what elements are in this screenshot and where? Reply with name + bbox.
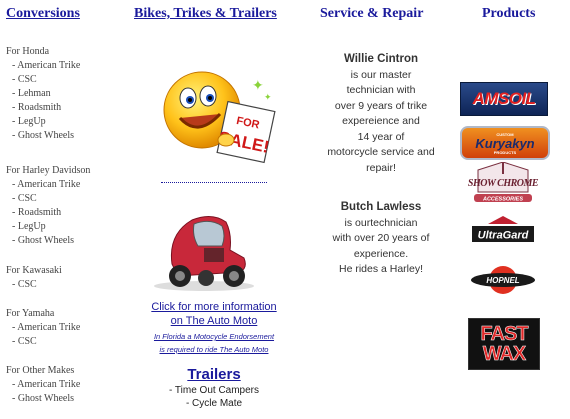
svg-text:✦: ✦ [252,78,264,94]
honda-make: For Honda [6,46,50,57]
kuryakyn-text: Kuryakyn [475,135,535,151]
honda-item[interactable]: - American Trike [6,59,124,73]
other-item[interactable]: - Ghost Wheels [6,392,124,406]
trailer-item[interactable]: - Time Out Campers [128,384,300,397]
yamaha-group: For Yamaha - American Trike - CSC [6,307,124,349]
trailer-item[interactable]: - Cycle Mate [128,397,300,410]
trailers-heading[interactable]: Trailers [128,366,300,384]
honda-item[interactable]: - Ghost Wheels [6,129,124,143]
divider [161,182,267,183]
conversions-header[interactable]: Conversions [6,6,80,22]
harley-group: For Harley Davidson - American Trike - C… [6,164,124,248]
amsoil-text: AMSOIL [472,89,536,108]
yamaha-make: For Yamaha [6,308,55,319]
bikes-header[interactable]: Bikes, Trikes & Trailers [134,6,277,22]
harley-make: For Harley Davidson [6,165,91,176]
kawasaki-item[interactable]: - CSC [6,278,124,292]
svg-text:✦: ✦ [264,93,272,103]
honda-item[interactable]: - Lehman [6,87,124,101]
tech-willie: Willie Cintron is our master technician … [314,52,448,176]
kuryakyn-sub: PRODUCTS [493,149,517,155]
tech-text: with over 20 years of [332,232,430,244]
hopnel-text: HOPNEL [486,276,519,285]
tech-text: is our master [350,68,412,81]
harley-item[interactable]: - American Trike [6,178,124,192]
other-make: For Other Makes [6,365,75,376]
tech-text: repair! [366,161,396,174]
amsoil-logo[interactable]: AMSOIL [460,82,548,116]
service-header: Service & Repair [320,6,424,21]
ultragard-text: UltraGard [478,230,529,242]
harley-item[interactable]: - CSC [6,192,124,206]
tech-text: is ourtechnician [344,216,418,229]
honda-group: For Honda - American Trike - CSC - Lehma… [6,45,124,143]
fast-wax-line1: FAST [480,323,529,345]
other-makes-group: For Other Makes - American Trike - Ghost… [6,364,124,406]
harley-item[interactable]: - LegUp [6,220,124,234]
tech-text: motorcycle service and [327,146,435,158]
auto-moto-info: Click for more information on The Auto M… [128,300,300,356]
auto-moto-link-2[interactable]: on The Auto Moto [128,314,300,328]
yamaha-item[interactable]: - CSC [6,335,124,349]
tech-name: Willie Cintron [343,53,418,65]
harley-item[interactable]: - Roadsmith [6,206,124,220]
tech-name: Butch Lawless [340,201,422,213]
endorsement-note[interactable]: In Florida a Motocycle Endorsement [128,330,300,343]
harley-item[interactable]: - Ghost Wheels [6,234,124,248]
other-item[interactable]: - American Trike [6,378,124,392]
trailers-section: Trailers - Time Out Campers - Cycle Mate [128,366,300,410]
honda-item[interactable]: - Roadsmith [6,101,124,115]
endorsement-note-2[interactable]: is required to ride The Auto Moto [128,343,300,356]
kawasaki-group: For Kawasaki - CSC [6,264,124,292]
ultragard-emblem: UltraGard [472,216,534,242]
fast-wax-logo[interactable]: FAST WAX [468,318,540,370]
honda-item[interactable]: - LegUp [6,115,124,129]
tech-text: 14 year of [357,130,405,143]
hopnel-emblem: HOPNEL [471,266,535,294]
show-chrome-emblem: SHOW CHROME ACCESSORIES [468,162,539,203]
kuryakyn-logo[interactable]: CUSTOM Kuryakyn PRODUCTS [460,126,550,160]
tech-butch: Butch Lawless is ourtechnician with over… [314,200,448,278]
hopnel-logo[interactable]: HOPNEL [468,262,538,298]
products-header: Products [482,6,536,21]
tech-text: experience. [353,247,409,260]
for-sale-smiley-image[interactable]: FOR SALE! ✦ ✦ [150,68,278,168]
kawasaki-make: For Kawasaki [6,265,62,276]
show-chrome-logo[interactable]: SHOW CHROME ACCESSORIES [460,162,546,204]
auto-moto-trike-image[interactable] [148,206,260,294]
ultragard-logo[interactable]: UltraGard [460,214,546,248]
fast-wax-line2: WAX [482,343,526,365]
tech-text: over 9 years of trike [334,99,428,112]
tech-text: expereience and [342,115,420,127]
show-chrome-text: SHOW CHROME [468,178,539,189]
yamaha-item[interactable]: - American Trike [6,321,124,335]
auto-moto-link[interactable]: Click for more information [128,300,300,314]
tech-text: He rides a Harley! [338,263,424,275]
tech-text: technician with [346,84,416,96]
honda-item[interactable]: - CSC [6,73,124,87]
show-chrome-sub: ACCESSORIES [482,197,523,203]
